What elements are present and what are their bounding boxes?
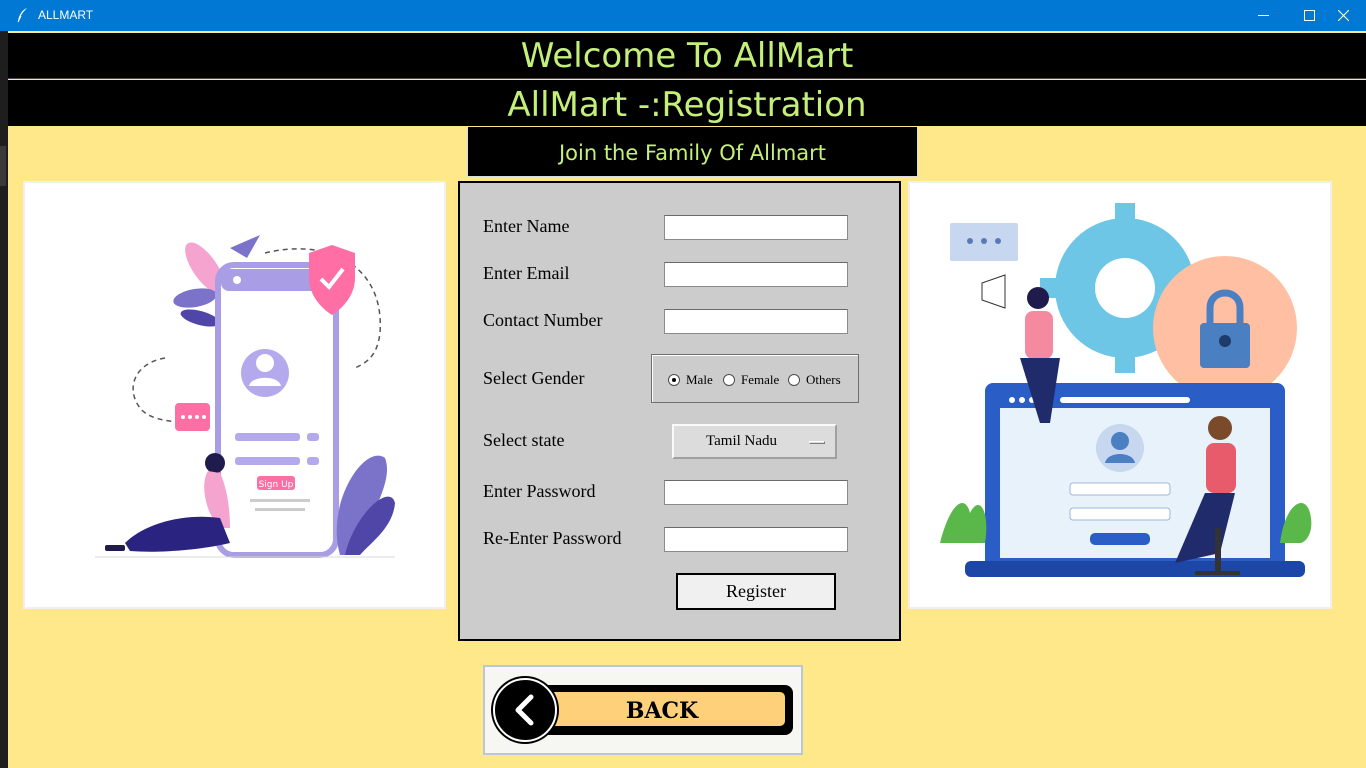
state-option-menu[interactable]: Tamil Nadu	[672, 424, 837, 459]
window-left-edge	[0, 31, 8, 768]
gender-radio-group: Male Female Others	[651, 354, 859, 403]
register-button[interactable]: Register	[676, 573, 836, 610]
security-illustration-panel	[908, 181, 1332, 609]
password-input[interactable]	[664, 480, 848, 505]
edge-mark	[0, 146, 6, 186]
contact-input[interactable]	[664, 309, 848, 334]
back-button[interactable]: BACK	[483, 665, 803, 755]
email-label: Enter Email	[483, 263, 570, 283]
state-selected-value: Tamil Nadu	[706, 433, 778, 449]
close-button[interactable]	[1320, 0, 1366, 31]
state-label: Select state	[483, 430, 565, 450]
dropdown-indicator-icon	[809, 441, 825, 444]
radio-unselected-icon	[723, 374, 735, 386]
welcome-banner: Welcome To AllMart	[8, 33, 1366, 79]
gender-radio-others[interactable]: Others	[788, 372, 841, 388]
gender-radio-female[interactable]: Female	[723, 372, 779, 388]
phone-signup-illustration: Sign Up	[95, 235, 395, 558]
gender-radio-male[interactable]: Male	[668, 372, 713, 388]
signup-illustration-panel: Sign Up	[23, 181, 446, 609]
back-button-graphic: BACK	[491, 676, 793, 744]
password-label: Enter Password	[483, 481, 596, 501]
window-title: ALLMART	[38, 8, 94, 22]
minimize-icon	[1257, 15, 1269, 16]
maximize-icon	[1303, 10, 1315, 21]
reenter-password-label: Re-Enter Password	[483, 528, 622, 548]
title-bar: ALLMART	[0, 0, 1366, 31]
app-window: ALLMART Welcome To AllMart AllMart -:Reg…	[0, 0, 1366, 768]
radio-unselected-icon	[788, 374, 800, 386]
registration-form: Enter Name Enter Email Contact Number Se…	[458, 181, 901, 641]
radio-selected-icon	[668, 374, 680, 386]
minimize-button[interactable]	[1240, 0, 1286, 31]
close-icon	[1337, 10, 1349, 21]
name-label: Enter Name	[483, 216, 570, 236]
gender-option-label: Male	[686, 372, 713, 387]
gender-option-label: Others	[806, 372, 841, 387]
gender-option-label: Female	[741, 372, 780, 387]
gender-label: Select Gender	[483, 368, 585, 388]
contact-label: Contact Number	[483, 310, 603, 330]
reenter-password-input[interactable]	[664, 527, 848, 552]
email-input[interactable]	[664, 262, 848, 287]
signup-label: Sign Up	[259, 480, 294, 490]
feather-icon	[17, 8, 27, 23]
tagline-banner: Join the Family Of Allmart	[467, 127, 918, 177]
security-settings-illustration	[940, 203, 1312, 577]
registration-banner: AllMart -:Registration	[8, 80, 1366, 126]
back-label: BACK	[626, 698, 699, 724]
name-input[interactable]	[664, 215, 848, 240]
